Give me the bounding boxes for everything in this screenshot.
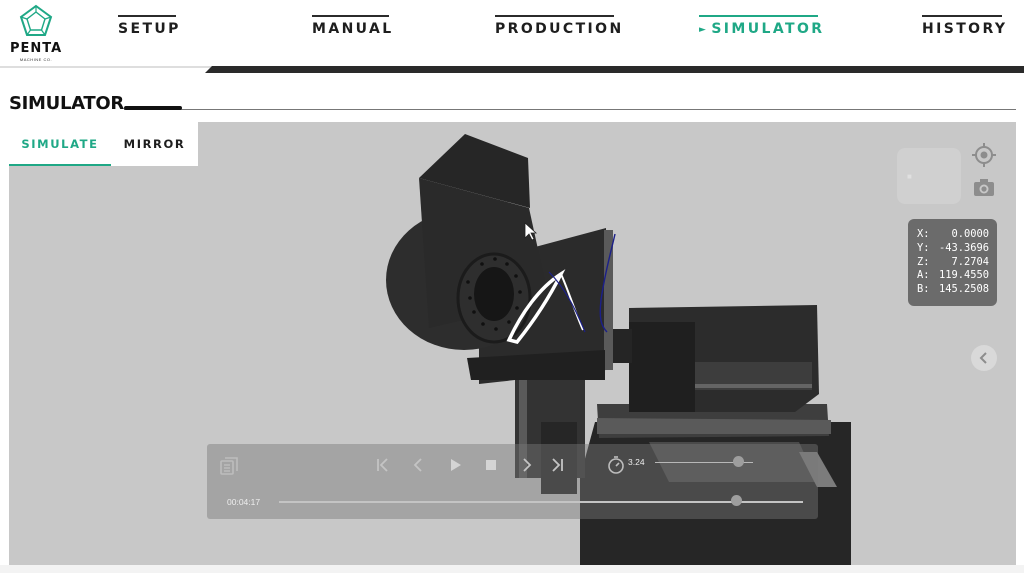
list-icon bbox=[220, 457, 238, 475]
coord-b-label: B: bbox=[917, 283, 930, 296]
speed-button[interactable] bbox=[606, 455, 626, 475]
spindle-head bbox=[629, 322, 695, 412]
step-forward-icon bbox=[523, 458, 532, 472]
coord-y-value: -43.3696 bbox=[938, 241, 989, 254]
active-caret-icon: ► bbox=[699, 25, 709, 35]
program-list-button[interactable] bbox=[219, 456, 239, 476]
recenter-button[interactable] bbox=[971, 142, 997, 168]
nav-history[interactable]: HISTORY bbox=[922, 15, 1005, 41]
bottom-strip bbox=[0, 565, 1024, 573]
nav-production[interactable]: PRODUCTION bbox=[495, 15, 621, 41]
logo-brand-text: PENTA bbox=[10, 41, 63, 56]
play-icon bbox=[451, 459, 461, 471]
coord-row-a: A: 119.4550 bbox=[917, 269, 989, 283]
top-navigation: PENTA MACHINE CO. SETUP MANUAL PRODUCTIO… bbox=[0, 0, 1024, 66]
pentagon-logo-icon bbox=[19, 4, 53, 36]
nav-simulator[interactable]: ► SIMULATOR bbox=[699, 15, 822, 41]
penta-logo[interactable]: PENTA MACHINE CO. bbox=[10, 4, 62, 62]
speed-slider-knob[interactable] bbox=[733, 456, 744, 467]
title-rule bbox=[124, 109, 1016, 110]
skip-end-icon bbox=[552, 458, 563, 472]
skip-start-button[interactable] bbox=[373, 455, 393, 475]
tab-simulate[interactable]: SIMULATE bbox=[9, 122, 111, 166]
playback-controls: 3.24 00:04:17 bbox=[207, 444, 818, 519]
collapse-panel-button[interactable] bbox=[971, 345, 997, 371]
machine-table-edge bbox=[597, 418, 831, 434]
nav-setup-label: SETUP bbox=[118, 21, 181, 37]
simulator-viewport[interactable]: SIMULATE MIRROR ■ X: 0.0000 Y: -43.3696 Z:… bbox=[9, 122, 1016, 565]
speed-value: 3.24 bbox=[628, 457, 645, 467]
coord-a-label: A: bbox=[917, 269, 930, 282]
coord-row-x: X: 0.0000 bbox=[917, 228, 989, 242]
stopwatch-icon bbox=[608, 456, 624, 474]
logo-sub-text: MACHINE CO. bbox=[19, 57, 53, 62]
stop-icon bbox=[486, 460, 496, 470]
simulator-tabs: SIMULATE MIRROR bbox=[9, 122, 198, 166]
header-divider-dark bbox=[205, 66, 1024, 73]
coord-row-y: Y: -43.3696 bbox=[917, 242, 989, 256]
coord-z-value: 7.2704 bbox=[951, 255, 989, 268]
nav-production-label: PRODUCTION bbox=[495, 21, 624, 37]
chevron-left-icon bbox=[979, 352, 987, 364]
nav-history-label: HISTORY bbox=[922, 21, 1008, 37]
play-button[interactable] bbox=[445, 455, 465, 475]
view-cube-face-icon: ■ bbox=[907, 172, 912, 181]
coord-a-value: 119.4550 bbox=[938, 269, 989, 282]
coordinates-readout: X: 0.0000 Y: -43.3696 Z: 7.2704 A: 119.4550 … bbox=[908, 219, 997, 306]
crosshair-icon bbox=[972, 143, 996, 167]
step-forward-button[interactable] bbox=[517, 455, 537, 475]
coord-row-b: B: 145.2508 bbox=[917, 283, 989, 297]
title-accent bbox=[124, 106, 182, 110]
nav-manual-label: MANUAL bbox=[312, 21, 394, 37]
step-back-icon bbox=[413, 458, 422, 472]
header-divider bbox=[0, 66, 1024, 73]
coord-y-label: Y: bbox=[917, 241, 930, 254]
nav-manual[interactable]: MANUAL bbox=[312, 15, 391, 41]
elapsed-time: 00:04:17 bbox=[227, 497, 261, 507]
tab-mirror[interactable]: MIRROR bbox=[111, 122, 198, 166]
skip-start-icon bbox=[377, 458, 388, 472]
nav-setup[interactable]: SETUP bbox=[118, 15, 178, 41]
coord-x-label: X: bbox=[917, 228, 930, 240]
rotary-bore bbox=[474, 267, 514, 321]
page-title: SIMULATOR bbox=[9, 93, 124, 114]
stop-button[interactable] bbox=[481, 455, 501, 475]
progress-slider-track[interactable] bbox=[279, 501, 803, 503]
nav-simulator-label: SIMULATOR bbox=[711, 21, 825, 37]
coord-row-z: Z: 7.2704 bbox=[917, 256, 989, 270]
coord-x-value: 0.0000 bbox=[951, 228, 989, 240]
view-cube-thumbnail[interactable]: ■ bbox=[897, 148, 961, 204]
skip-end-button[interactable] bbox=[547, 455, 567, 475]
screenshot-button[interactable] bbox=[971, 174, 997, 200]
coord-z-label: Z: bbox=[917, 255, 930, 268]
step-back-button[interactable] bbox=[408, 455, 428, 475]
coord-b-value: 145.2508 bbox=[938, 283, 989, 296]
progress-slider-knob[interactable] bbox=[731, 495, 742, 506]
camera-icon bbox=[974, 179, 994, 196]
